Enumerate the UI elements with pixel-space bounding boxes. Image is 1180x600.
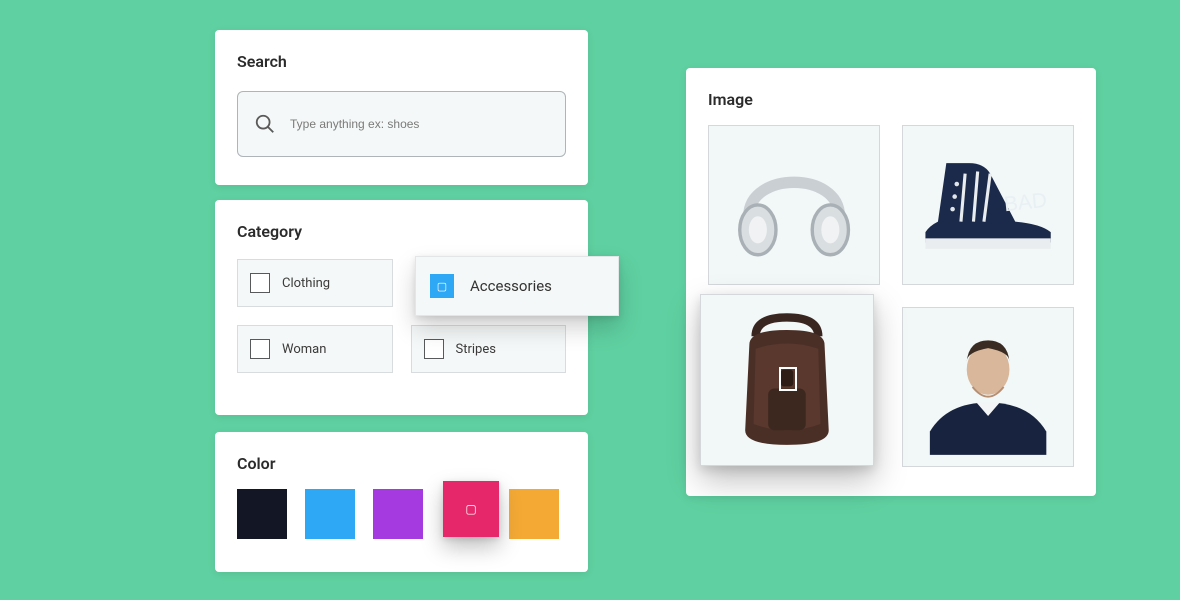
checkbox-icon[interactable] (250, 339, 270, 359)
color-swatch-black[interactable] (237, 489, 287, 539)
color-swatch-orange[interactable] (509, 489, 559, 539)
product-image-backpack[interactable] (700, 294, 874, 466)
category-label: Accessories (470, 277, 552, 295)
search-box[interactable] (237, 91, 566, 157)
checkbox-checked-icon[interactable]: ▢ (430, 274, 454, 298)
color-swatch-blue[interactable] (305, 489, 355, 539)
category-item-stripes[interactable]: Stripes (411, 325, 567, 373)
search-input[interactable] (290, 117, 549, 131)
product-image-headphones[interactable] (708, 125, 880, 285)
search-title: Search (237, 52, 566, 71)
color-swatch-purple[interactable] (373, 489, 423, 539)
product-image-man-sweater[interactable] (902, 307, 1074, 467)
category-label: Clothing (282, 276, 330, 291)
product-image-sneaker[interactable]: BAD (902, 125, 1074, 285)
search-icon (254, 113, 276, 135)
color-swatch-pink[interactable]: ▢ (443, 481, 499, 537)
category-label: Stripes (456, 342, 496, 357)
person-icon (915, 319, 1061, 455)
category-item-clothing[interactable]: Clothing (237, 259, 393, 307)
svg-text:BAD: BAD (1003, 189, 1048, 216)
sneaker-icon: BAD (915, 137, 1061, 273)
headphones-icon (721, 137, 867, 273)
category-item-woman[interactable]: Woman (237, 325, 393, 373)
category-title: Category (237, 222, 566, 241)
category-item-accessories[interactable]: ▢ Accessories (415, 256, 619, 316)
checkbox-icon[interactable] (424, 339, 444, 359)
color-title: Color (237, 454, 566, 473)
selected-indicator-icon (779, 367, 797, 391)
checkbox-icon[interactable] (250, 273, 270, 293)
color-panel: Color (215, 432, 588, 572)
category-label: Woman (282, 342, 326, 357)
search-panel: Search (215, 30, 588, 185)
image-title: Image (708, 90, 1074, 109)
